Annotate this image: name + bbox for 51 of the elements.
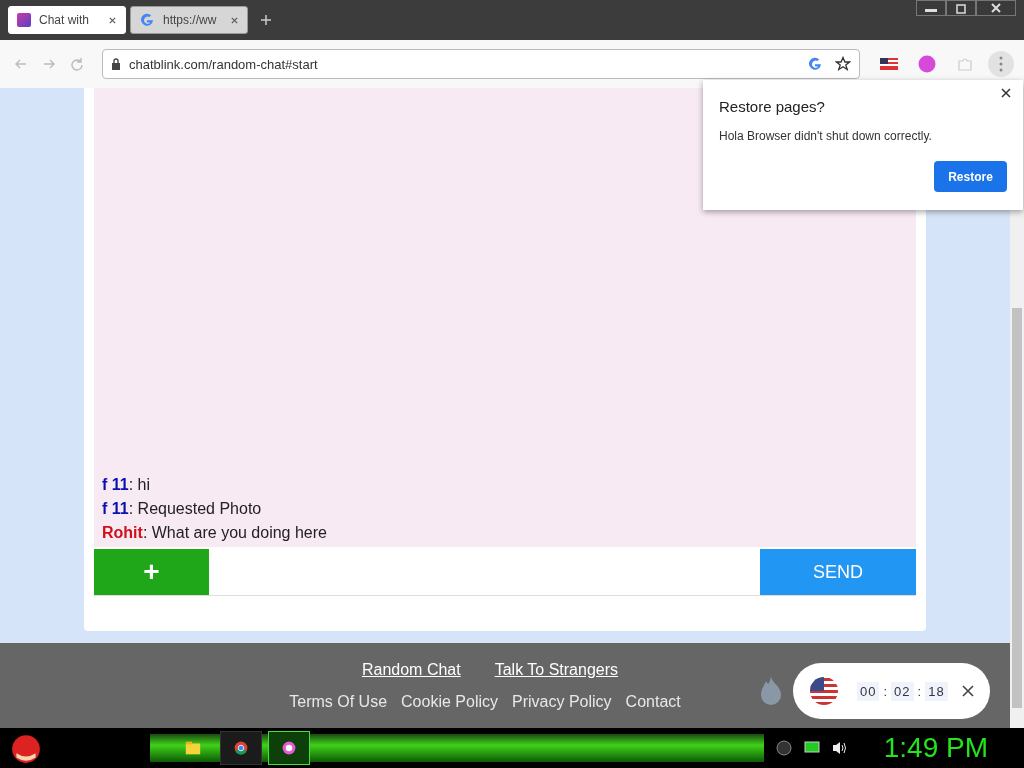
address-bar[interactable]: chatblink.com/random-chat#start — [102, 49, 860, 79]
timer-separator: : — [883, 683, 888, 699]
lock-icon — [111, 58, 121, 70]
scrollbar-thumb[interactable] — [1012, 308, 1022, 708]
popup-message: Hola Browser didn't shut down correctly. — [719, 129, 933, 143]
timer-hours: 00 — [857, 681, 880, 701]
browser-icon — [281, 740, 297, 756]
restore-icon[interactable] — [946, 0, 976, 16]
extension-icon[interactable] — [918, 55, 936, 73]
footer-link[interactable]: Talk To Strangers — [494, 660, 618, 679]
close-icon[interactable] — [976, 0, 1016, 16]
flag-icon[interactable] — [880, 55, 898, 73]
timer-seconds: 18 — [925, 681, 948, 701]
network-icon[interactable] — [803, 740, 820, 756]
close-icon[interactable] — [1001, 88, 1011, 98]
star-icon[interactable] — [835, 56, 851, 72]
google-icon[interactable] — [807, 56, 823, 72]
clock: 1:49 PM — [883, 732, 988, 764]
tray-icon[interactable] — [775, 740, 792, 756]
chat-message: Rohit: What are you doing here — [102, 523, 328, 543]
url-text: chatblink.com/random-chat#start — [129, 56, 319, 72]
close-icon[interactable] — [108, 15, 117, 25]
timer-minutes: 02 — [891, 681, 914, 701]
flag-icon — [809, 676, 839, 706]
footer-link[interactable]: Contact — [625, 692, 681, 711]
footer-link[interactable]: Terms Of Use — [289, 692, 388, 711]
footer-link[interactable]: Random Chat — [361, 660, 461, 679]
add-button[interactable]: + — [94, 549, 209, 595]
popup-title: Restore pages? — [719, 98, 826, 115]
send-button[interactable]: SEND — [760, 549, 916, 595]
speaker-icon[interactable] — [831, 740, 848, 756]
minimize-icon[interactable] — [916, 0, 946, 16]
timer-separator: : — [917, 683, 922, 699]
browser-icon — [233, 740, 249, 756]
google-icon — [139, 12, 155, 28]
footer-link[interactable]: Privacy Policy — [512, 692, 612, 711]
taskbar-button[interactable] — [220, 731, 262, 765]
new-tab-icon[interactable] — [260, 14, 272, 26]
site-icon — [17, 13, 31, 27]
browser-tab[interactable]: https://ww — [130, 6, 248, 34]
chat-message: f 11: hi — [102, 475, 152, 495]
browser-tab[interactable]: Chat with — [8, 6, 126, 34]
tab-title: https://ww — [163, 13, 218, 27]
footer-link[interactable]: Cookie Policy — [401, 692, 498, 711]
folder-icon[interactable] — [184, 739, 202, 757]
chat-message: f 11: Requested Photo — [102, 499, 263, 519]
close-icon[interactable] — [962, 685, 974, 697]
taskbar-button[interactable] — [268, 731, 310, 765]
restore-button[interactable]: Restore — [934, 161, 1007, 192]
start-icon[interactable] — [10, 732, 42, 764]
tab-title: Chat with — [39, 13, 91, 27]
